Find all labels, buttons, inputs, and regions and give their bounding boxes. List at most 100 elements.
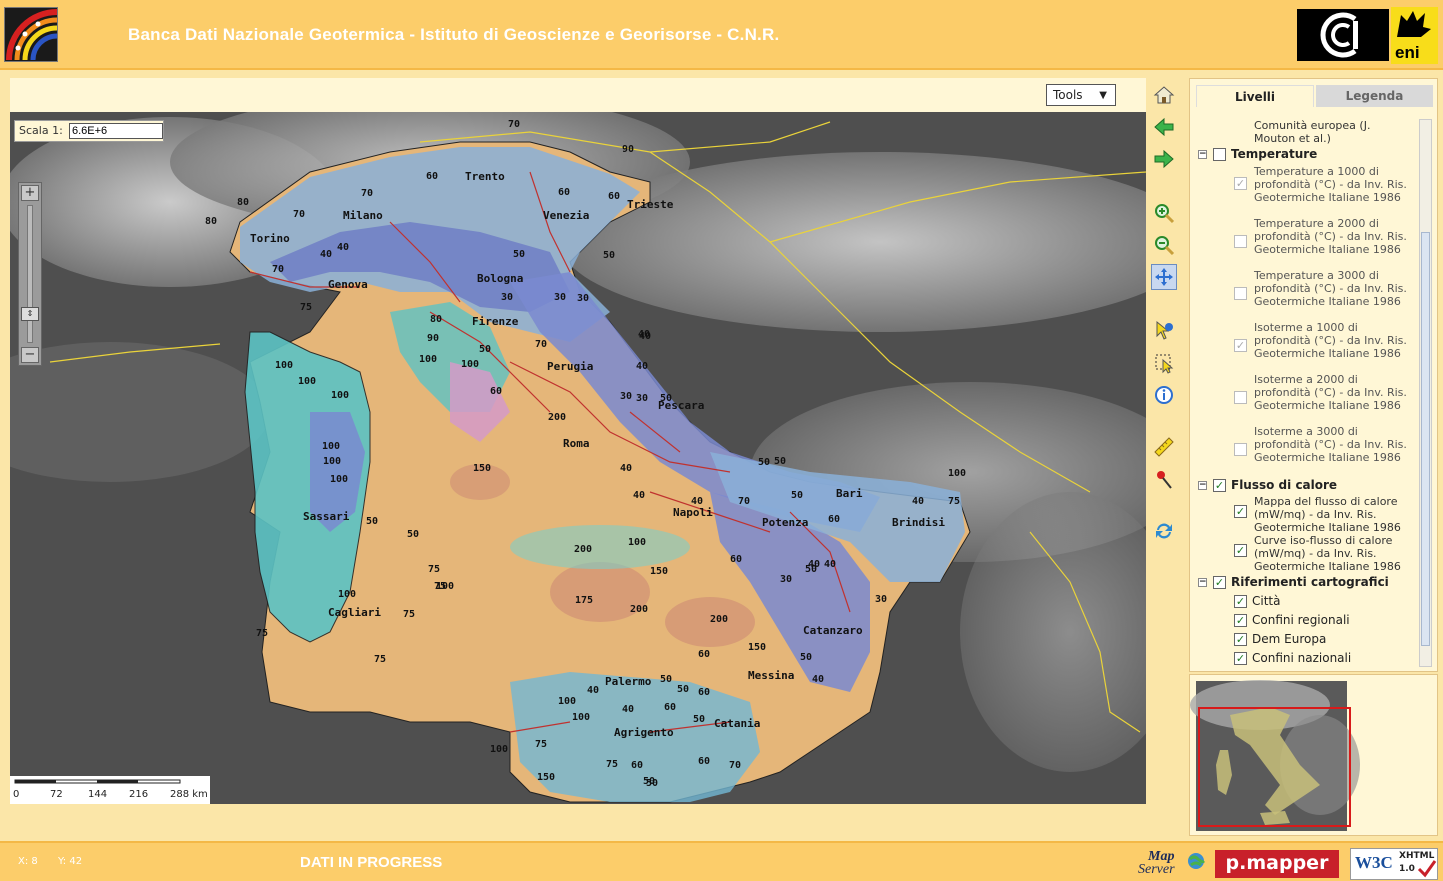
group-temperature[interactable]: − Temperature: [1198, 147, 1317, 161]
refresh-icon[interactable]: [1151, 518, 1177, 544]
layer-item-label: Temperature a 2000 di profondità (°C) - …: [1254, 217, 1407, 256]
group-flusso-checkbox[interactable]: ✓: [1213, 478, 1226, 492]
svg-text:200: 200: [548, 412, 566, 423]
scalebar-label: 216: [129, 789, 149, 800]
scale-input[interactable]: [69, 123, 163, 139]
zoom-out-icon[interactable]: [1151, 232, 1177, 258]
zoom-track[interactable]: [27, 205, 33, 343]
header: Banca Dati Nazionale Geotermica - Istitu…: [0, 0, 1443, 70]
svg-text:150: 150: [748, 642, 766, 653]
collapse-icon[interactable]: −: [1198, 149, 1207, 159]
pmapper-logo[interactable]: p.mapper: [1215, 850, 1339, 878]
layer-checkbox[interactable]: ✓: [1234, 632, 1247, 646]
svg-text:80: 80: [205, 216, 217, 227]
layer-item[interactable]: ✓ Confini nazionali: [1234, 651, 1351, 665]
svg-text:70: 70: [738, 496, 750, 507]
svg-text:75: 75: [606, 759, 618, 770]
map-frame: Tools ▼ Trento Milano Venezia Trieste To…: [10, 78, 1146, 804]
svg-text:30: 30: [620, 391, 632, 402]
group-riferimenti[interactable]: − ✓ Riferimenti cartografici: [1198, 575, 1389, 589]
svg-text:30: 30: [780, 574, 792, 585]
mapserver-logo-bottom: Server: [1138, 862, 1175, 877]
layer-item[interactable]: ✓ Dem Europa: [1234, 632, 1326, 646]
zoom-in-icon[interactable]: [1151, 200, 1177, 226]
chevron-down-icon: ▼: [1099, 90, 1107, 101]
checkmark-icon: [1417, 860, 1437, 878]
cnr-logo: [1297, 9, 1389, 61]
layer-checkbox[interactable]: [1234, 287, 1247, 300]
svg-text:70: 70: [272, 264, 284, 275]
svg-text:30: 30: [501, 292, 513, 303]
forward-icon[interactable]: [1151, 146, 1177, 172]
city-label: Milano: [343, 209, 383, 222]
map-image: Trento Milano Venezia Trieste Torino Bol…: [10, 112, 1146, 804]
select-icon[interactable]: [1151, 350, 1177, 376]
layer-checkbox[interactable]: ✓: [1234, 613, 1247, 627]
zoom-slider[interactable]: + ⇕ −: [18, 182, 42, 366]
zoom-minus-button[interactable]: −: [21, 347, 39, 363]
group-flusso[interactable]: − ✓ Flusso di calore: [1198, 478, 1337, 492]
svg-text:70: 70: [293, 209, 305, 220]
layer-item[interactable]: ✓ Confini regionali: [1234, 613, 1350, 627]
measure-icon[interactable]: [1151, 434, 1177, 460]
tab-legenda[interactable]: Legenda: [1316, 85, 1433, 107]
collapse-icon[interactable]: −: [1198, 577, 1207, 587]
scrollbar-thumb[interactable]: [1421, 232, 1430, 646]
svg-text:40: 40: [808, 559, 820, 570]
layer-item-label: Dem Europa: [1252, 632, 1327, 646]
svg-text:100: 100: [572, 712, 590, 723]
svg-text:100: 100: [419, 354, 437, 365]
layer-checkbox[interactable]: ✓: [1234, 177, 1247, 190]
tools-dropdown[interactable]: Tools ▼: [1046, 84, 1116, 106]
layer-checkbox[interactable]: ✓: [1234, 505, 1247, 518]
svg-text:70: 70: [729, 760, 741, 771]
svg-text:70: 70: [535, 339, 547, 350]
layer-checkbox[interactable]: ✓: [1234, 544, 1247, 557]
svg-text:40: 40: [620, 463, 632, 474]
overview-map[interactable]: [1189, 674, 1438, 836]
eni-text: eni: [1395, 43, 1420, 62]
collapse-icon[interactable]: −: [1198, 480, 1207, 490]
city-label: Palermo: [605, 675, 652, 688]
svg-text:175: 175: [575, 595, 593, 606]
layer-checkbox[interactable]: [1234, 443, 1247, 456]
w3c-xhtml-badge[interactable]: W3C XHTML 1.0: [1350, 848, 1438, 880]
svg-text:100: 100: [323, 456, 341, 467]
coord-y-readout: Y: 42: [58, 856, 83, 867]
layer-tree-scrollbar[interactable]: [1419, 119, 1432, 667]
coord-x-readout: X: 8: [18, 856, 38, 867]
back-icon[interactable]: [1151, 114, 1177, 140]
progress-text: DATI IN PROGRESS: [300, 854, 443, 871]
svg-text:30: 30: [636, 393, 648, 404]
svg-text:90: 90: [622, 144, 634, 155]
tab-livelli[interactable]: Livelli: [1196, 85, 1314, 107]
pan-icon[interactable]: [1151, 264, 1177, 290]
pin-icon[interactable]: [1151, 466, 1177, 492]
info-icon[interactable]: [1151, 382, 1177, 408]
svg-text:40: 40: [320, 249, 332, 260]
zoom-plus-button[interactable]: +: [21, 185, 39, 201]
svg-text:40: 40: [633, 490, 645, 501]
group-flusso-label: Flusso di calore: [1231, 478, 1338, 492]
map-canvas[interactable]: Trento Milano Venezia Trieste Torino Bol…: [10, 112, 1146, 804]
group-riferimenti-checkbox[interactable]: ✓: [1213, 575, 1226, 589]
home-icon[interactable]: [1151, 82, 1177, 108]
layer-item[interactable]: ✓ Città: [1234, 594, 1280, 608]
svg-text:60: 60: [730, 554, 742, 565]
city-label: Catania: [714, 717, 760, 730]
zoom-handle[interactable]: ⇕: [21, 307, 39, 321]
identify-icon[interactable]: [1151, 318, 1177, 344]
svg-text:60: 60: [698, 649, 710, 660]
layer-checkbox[interactable]: [1234, 235, 1247, 248]
svg-text:100: 100: [628, 537, 646, 548]
svg-text:50: 50: [660, 393, 672, 404]
layer-checkbox[interactable]: [1234, 391, 1247, 404]
layer-checkbox[interactable]: ✓: [1234, 594, 1247, 608]
layer-checkbox[interactable]: ✓: [1234, 651, 1247, 665]
mapserver-logo[interactable]: Map Server: [1138, 849, 1208, 879]
layer-checkbox[interactable]: ✓: [1234, 339, 1247, 352]
layer-item-label: Comunità europea (J. Mouton et al.): [1254, 119, 1371, 145]
scale-label: Scala 1:: [19, 124, 63, 137]
svg-text:40: 40: [824, 559, 836, 570]
group-temperature-checkbox[interactable]: [1213, 147, 1226, 161]
